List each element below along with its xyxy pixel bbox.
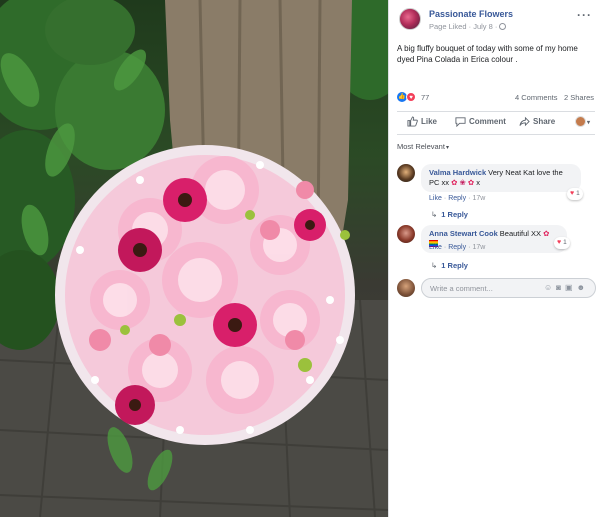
comment-item: Valma Hardwick Very Neat Kat love the PC … xyxy=(397,164,597,224)
comment-text: Beautiful XX xyxy=(499,229,542,238)
bouquet-image xyxy=(0,0,388,517)
globe-icon xyxy=(499,23,507,30)
comment-like-link[interactable]: Like xyxy=(429,244,442,251)
view-replies-link[interactable]: ↳ 1 Reply xyxy=(431,210,468,219)
rose-emoji-icon: ✿ xyxy=(451,178,458,187)
comment-like-link[interactable]: Like xyxy=(429,195,442,202)
post-photo[interactable] xyxy=(0,0,388,517)
heart-icon: ♥ xyxy=(557,239,562,246)
rose-emoji-icon: ✿ xyxy=(467,178,475,187)
commenter-avatar[interactable] xyxy=(397,164,415,182)
sticker-icon[interactable]: ☻ xyxy=(577,283,589,292)
like-label: Like xyxy=(421,117,438,126)
comment-input-placeholder: Write a comment... xyxy=(430,284,493,293)
comments-count-link[interactable]: 4 Comments xyxy=(515,93,558,102)
comment-author-link[interactable]: Valma Hardwick xyxy=(429,168,486,177)
comment-author-link[interactable]: Anna Stewart Cook xyxy=(429,229,498,238)
heart-icon: ♥ xyxy=(570,190,575,197)
comment-actions: Like · Reply · 17w xyxy=(429,244,486,251)
comment-reply-link[interactable]: Reply xyxy=(448,195,466,202)
reply-arrow-icon: ↳ xyxy=(431,261,438,270)
reaction-count[interactable]: 77 xyxy=(421,93,429,102)
react-as-selector[interactable]: ▾ xyxy=(575,116,590,132)
page-avatar[interactable] xyxy=(399,8,421,30)
chevron-down-icon: ▾ xyxy=(587,120,591,126)
comment-reaction-count: 1 xyxy=(563,239,567,246)
view-replies-link[interactable]: ↳ 1 Reply xyxy=(431,261,468,270)
flower-emoji-icon: ❀ xyxy=(459,178,466,187)
comment-input[interactable]: Write a comment... ☺◙▣☻ xyxy=(421,278,596,298)
comment-composer: Write a comment... ☺◙▣☻ xyxy=(397,278,597,298)
comment-time[interactable]: 17w xyxy=(472,195,485,202)
post-header: Passionate Flowers Page Liked · July 8 ·… xyxy=(397,6,597,36)
comment-reaction[interactable]: ♥ 1 xyxy=(567,188,583,200)
comment-time[interactable]: 17w xyxy=(472,244,485,251)
bouquet-emoji-icon: ✿ xyxy=(543,229,550,238)
comment-reaction-count: 1 xyxy=(576,190,580,197)
more-options-icon[interactable]: ··· xyxy=(577,8,592,22)
comment-item: Anna Stewart Cook Beautiful XX ✿ ♥ 1 Like ·… xyxy=(397,225,597,275)
comment-actions: Like · Reply · 17w xyxy=(429,195,486,202)
comment-bubble: Valma Hardwick Very Neat Kat love the PC … xyxy=(421,164,581,192)
post-text: A big fluffy bouquet of today with some … xyxy=(397,44,578,64)
post-panel: Passionate Flowers Page Liked · July 8 ·… xyxy=(388,0,600,517)
love-reaction-icon: ♥ xyxy=(406,92,416,102)
emoji-icon[interactable]: ☺ xyxy=(544,283,556,292)
caret-down-icon: ▾ xyxy=(445,145,449,151)
reactions-summary[interactable]: 👍 ♥ 77 4 Comments 2 Shares xyxy=(397,90,595,104)
sort-label: Most Relevant xyxy=(397,142,445,151)
camera-icon[interactable]: ◙ xyxy=(556,283,565,292)
page-name-link[interactable]: Passionate Flowers xyxy=(429,9,513,19)
comment-text-tail: x xyxy=(476,178,481,187)
action-bar: Like Comment Share ▾ xyxy=(397,111,595,135)
comment-reply-link[interactable]: Reply xyxy=(448,244,466,251)
comment-icon xyxy=(455,117,466,128)
user-avatar xyxy=(397,279,415,297)
commenter-avatar[interactable] xyxy=(397,225,415,243)
share-button[interactable]: Share xyxy=(519,116,555,132)
share-label: Share xyxy=(533,117,556,126)
comment-sort-dropdown[interactable]: Most Relevant▾ xyxy=(397,142,449,151)
post-meta-text: Page Liked · July 8 · xyxy=(429,22,498,31)
replies-label: 1 Reply xyxy=(441,261,468,270)
comment-reaction[interactable]: ♥ 1 xyxy=(554,237,570,249)
reply-arrow-icon: ↳ xyxy=(431,210,438,219)
like-button[interactable]: Like xyxy=(407,116,437,132)
replies-label: 1 Reply xyxy=(441,210,468,219)
composer-icons: ☺◙▣☻ xyxy=(544,283,589,292)
thumbs-up-icon xyxy=(407,116,418,127)
shares-count-link[interactable]: 2 Shares xyxy=(564,93,594,102)
share-icon xyxy=(519,116,530,127)
comment-button[interactable]: Comment xyxy=(455,116,506,132)
gif-icon[interactable]: ▣ xyxy=(565,283,577,292)
comment-label: Comment xyxy=(469,117,506,126)
post-meta: Page Liked · July 8 · xyxy=(429,22,507,31)
user-avatar xyxy=(575,116,586,127)
